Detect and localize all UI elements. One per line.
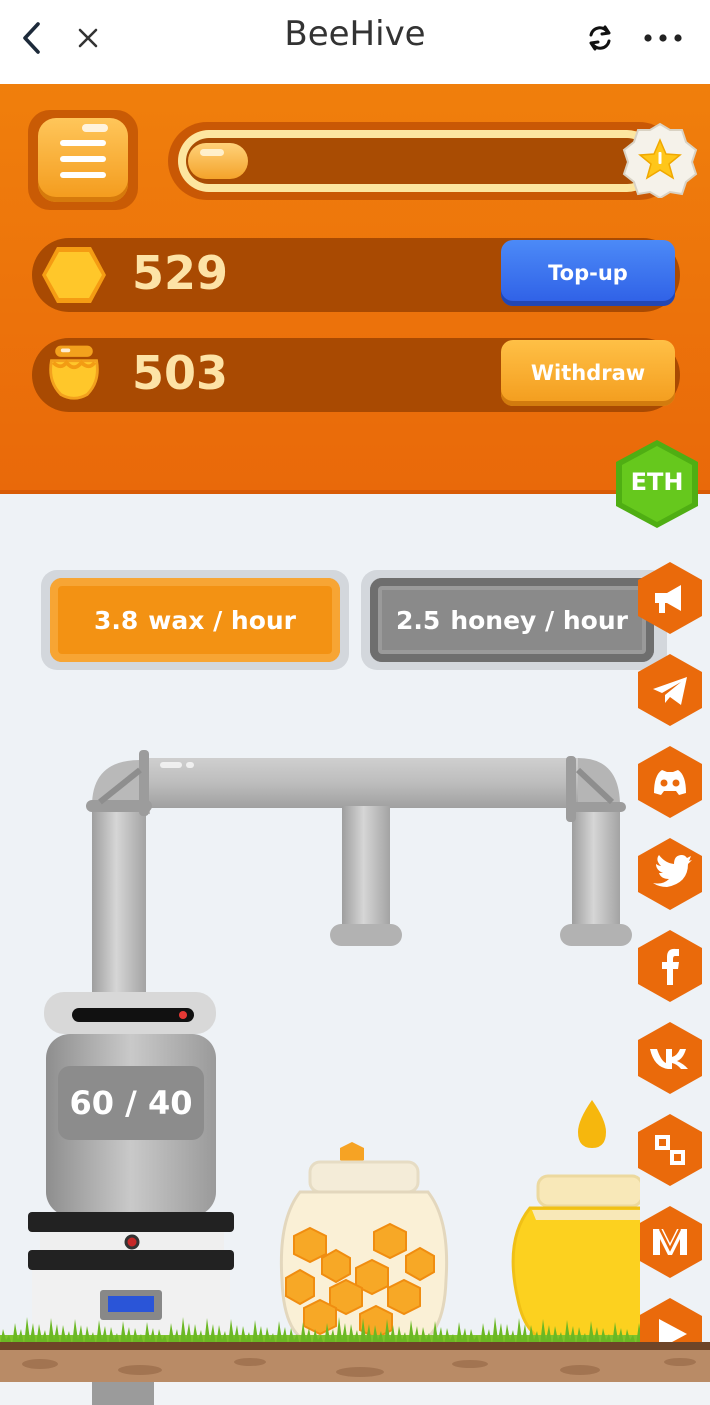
checker-icon (638, 1114, 702, 1186)
honey-balance-value: 503 (132, 346, 229, 400)
more-button[interactable] (640, 14, 686, 62)
withdraw-button[interactable]: Withdraw (501, 340, 675, 406)
honey-rate-unit: honey / hour (450, 605, 628, 635)
social-link-announcements[interactable] (637, 561, 703, 635)
more-dots-icon (644, 34, 682, 42)
social-link-discord[interactable] (637, 745, 703, 819)
pipe-system (86, 750, 632, 1000)
wax-hexagon-icon (42, 247, 106, 303)
xp-progress-bar (186, 138, 650, 184)
twitter-icon (638, 838, 702, 910)
wax-balance-value: 529 (132, 246, 229, 300)
topup-button[interactable]: Top-up (501, 240, 675, 306)
wax-rate-value: 3.8 (93, 605, 139, 635)
social-link-vk[interactable] (637, 1021, 703, 1095)
level-star-icon[interactable] (622, 122, 698, 198)
wax-jar (279, 1142, 449, 1346)
medium-icon (638, 1206, 702, 1278)
social-link-telegram[interactable] (637, 653, 703, 727)
network-badge[interactable]: ETH (612, 438, 702, 530)
network-badge-label: ETH (630, 468, 684, 496)
honey-rate-value: 2.5 (396, 605, 441, 635)
xp-progress-fill (188, 143, 248, 179)
honey-rate-button[interactable]: 2.5 honey / hour (370, 578, 654, 662)
social-link-checker[interactable] (637, 1113, 703, 1187)
social-link-twitter[interactable] (637, 837, 703, 911)
megaphone-icon (638, 562, 702, 634)
refresh-icon (589, 25, 611, 51)
vk-icon (638, 1022, 702, 1094)
refresh-button[interactable] (580, 14, 620, 62)
menu-button[interactable] (38, 118, 128, 202)
discord-icon (638, 746, 702, 818)
wax-rate-button[interactable]: 3.8 wax / hour (50, 578, 340, 662)
honey-jar (511, 1100, 640, 1346)
wax-rate-unit: wax / hour (148, 605, 297, 635)
ground-soil (0, 1342, 710, 1405)
honey-pot-icon (49, 345, 99, 400)
social-link-facebook[interactable] (637, 929, 703, 1003)
social-link-medium[interactable] (637, 1205, 703, 1279)
telegram-icon (638, 654, 702, 726)
facebook-icon (638, 930, 702, 1002)
machine-capacity-counter: 60 / 40 (58, 1066, 204, 1140)
